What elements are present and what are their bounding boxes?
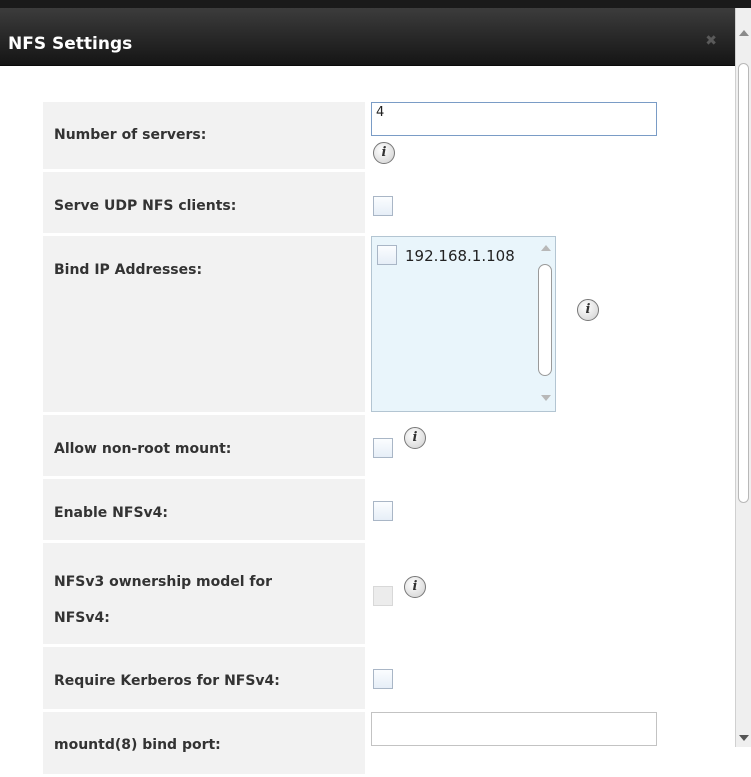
scroll-down-icon[interactable]	[739, 735, 749, 741]
allow-non-root-checkbox[interactable]	[373, 438, 393, 458]
listbox-scroll-thumb[interactable]	[538, 264, 552, 376]
row-mountd-port: mountd(8) bind port:	[43, 712, 733, 774]
info-icon[interactable]: i	[373, 142, 395, 164]
mountd-port-label: mountd(8) bind port:	[43, 712, 365, 774]
row-serve-udp: Serve UDP NFS clients:	[43, 172, 733, 233]
listbox-scroll-down-icon[interactable]	[541, 395, 551, 401]
close-icon[interactable]: ✖	[705, 34, 717, 48]
enable-nfsv4-label: Enable NFSv4:	[43, 479, 365, 540]
allow-non-root-label: Allow non-root mount:	[43, 415, 365, 476]
scroll-up-icon[interactable]	[739, 30, 749, 36]
row-number-of-servers: Number of servers: 4 i	[43, 102, 733, 169]
scroll-thumb[interactable]	[738, 63, 749, 503]
bind-ip-listbox[interactable]: 192.168.1.108	[371, 236, 556, 412]
bind-ip-label: Bind IP Addresses:	[43, 236, 365, 412]
info-icon[interactable]: i	[404, 576, 426, 598]
background-window-strip	[0, 0, 751, 8]
bind-ip-option-checkbox[interactable]	[377, 245, 397, 265]
row-require-kerberos: Require Kerberos for NFSv4:	[43, 647, 733, 709]
dialog-title: NFS Settings	[8, 34, 133, 54]
serve-udp-label: Serve UDP NFS clients:	[43, 172, 365, 233]
nfsv3-ownership-checkbox	[373, 586, 393, 606]
serve-udp-checkbox[interactable]	[373, 196, 393, 216]
row-bind-ip: Bind IP Addresses: 192.168.1.108 i	[43, 236, 733, 412]
nfs-settings-form: Number of servers: 4 i Serve UDP NFS cli…	[43, 102, 733, 777]
bind-ip-option-label: 192.168.1.108	[405, 247, 515, 265]
require-kerberos-checkbox[interactable]	[373, 669, 393, 689]
enable-nfsv4-checkbox[interactable]	[373, 501, 393, 521]
row-nfsv3-ownership: NFSv3 ownership model for NFSv4: i	[43, 543, 733, 644]
number-of-servers-label: Number of servers:	[43, 102, 365, 169]
mountd-port-input[interactable]	[371, 712, 657, 746]
dialog-scrollbar[interactable]	[735, 8, 751, 747]
nfsv3-ownership-label: NFSv3 ownership model for NFSv4:	[43, 543, 365, 644]
number-of-servers-input[interactable]: 4	[371, 102, 657, 136]
listbox-scroll-up-icon[interactable]	[541, 245, 551, 251]
row-allow-non-root: Allow non-root mount: i	[43, 415, 733, 476]
dialog-titlebar[interactable]: NFS Settings ✖	[0, 8, 735, 66]
row-enable-nfsv4: Enable NFSv4:	[43, 479, 733, 540]
require-kerberos-label: Require Kerberos for NFSv4:	[43, 647, 365, 709]
info-icon[interactable]: i	[577, 299, 599, 321]
info-icon[interactable]: i	[404, 427, 426, 449]
